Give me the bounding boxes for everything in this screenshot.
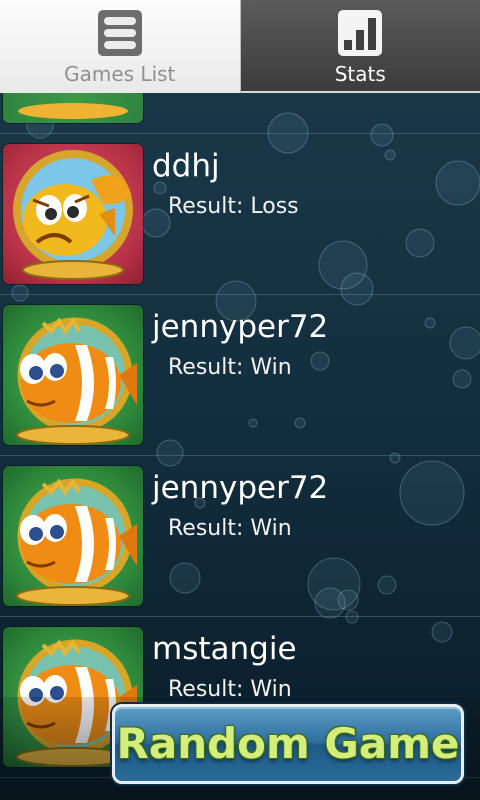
avatar [3,93,143,123]
clownfish-icon [3,466,143,606]
tab-games-list[interactable]: Games List [0,0,241,93]
list-item-partial[interactable] [0,93,480,134]
list-item[interactable]: ddhj Result: Loss [0,134,480,295]
opponent-name: mstangie [152,631,297,667]
opponent-name: jennyper72 [152,470,329,506]
tab-bar: Games List Stats [0,0,480,93]
list-item[interactable]: jennyper72 Result: Win [0,456,480,617]
list-icon [97,10,142,60]
game-result: Result: Win [168,516,292,541]
game-result: Result: Win [168,355,292,380]
clownfish-icon [3,305,143,445]
opponent-name: ddhj [152,148,220,184]
random-game-label: Random Game [116,719,460,768]
game-result: Result: Loss [168,194,299,219]
opponent-name: jennyper72 [152,309,329,345]
sad-goldfish-icon [3,144,143,284]
list-item[interactable]: jennyper72 Result: Win [0,295,480,456]
random-game-button[interactable]: Random Game [112,704,464,784]
tab-stats[interactable]: Stats [240,0,480,93]
bar-chart-icon [338,10,383,60]
tab-games-list-label: Games List [64,62,176,86]
tab-stats-label: Stats [334,62,386,86]
games-list[interactable]: ddhj Result: Loss jennyper72 Result: Win [0,93,480,800]
